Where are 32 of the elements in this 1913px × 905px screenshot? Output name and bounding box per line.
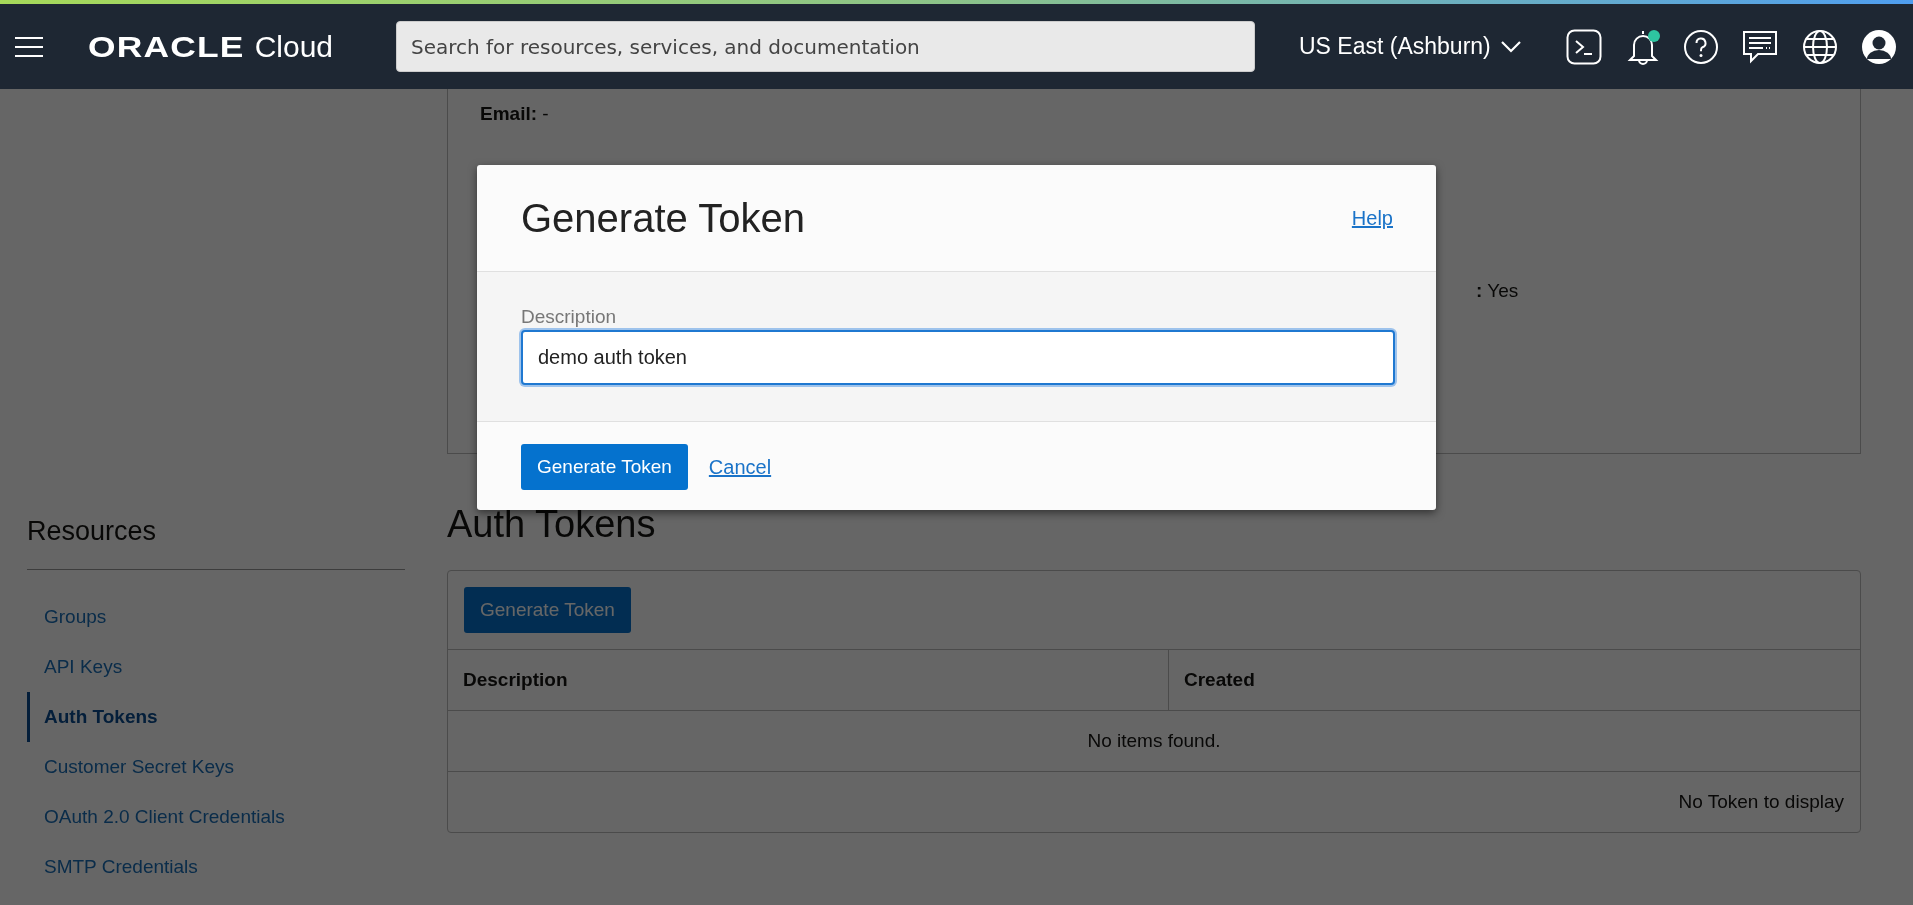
globe-icon[interactable] (1801, 28, 1838, 65)
column-header[interactable]: Created (1168, 650, 1860, 710)
sidebar-item[interactable]: Groups (27, 592, 405, 642)
terminal-icon[interactable] (1566, 28, 1603, 65)
search-field[interactable]: Search for resources, services, and documentation (396, 21, 1255, 72)
sidebar-title: Resources (27, 516, 158, 547)
dialog-title: Generate Token (521, 195, 805, 241)
generate-token-button[interactable]: Generate Token (521, 444, 688, 490)
user-avatar-icon[interactable] (1861, 28, 1897, 65)
detail-field: : Yes (1476, 280, 1828, 302)
help-icon[interactable] (1682, 28, 1719, 65)
section-title: Auth Tokens (447, 502, 657, 546)
table-footer-text: No Token to display (1678, 791, 1844, 812)
help-link[interactable]: Help (1351, 206, 1393, 230)
sidebar-item[interactable]: API Keys (27, 642, 405, 692)
menu-icon[interactable] (15, 35, 43, 58)
email-field: Email: - (480, 103, 1828, 125)
field-label: Description (521, 306, 617, 328)
description-field[interactable]: demo auth token (521, 330, 1395, 385)
product-name[interactable]: Cloud (254, 29, 334, 64)
sidebar-item[interactable]: Auth Tokens (27, 692, 405, 742)
brand-name[interactable]: ORACLE (88, 29, 245, 64)
cancel-link[interactable]: Cancel (708, 455, 772, 479)
caret-icon (1500, 40, 1521, 53)
column-header[interactable]: Description (448, 650, 1168, 710)
sidebar-item[interactable]: Customer Secret Keys (27, 742, 405, 792)
generate-token-button[interactable]: Generate Token (464, 587, 631, 633)
sidebar-item[interactable]: SMTP Credentials (27, 842, 405, 892)
empty-message: No items found. (448, 711, 1860, 772)
region-selector[interactable]: US East (Ashburn) (1299, 33, 1521, 60)
sidebar-item[interactable]: OAuth 2.0 Client Credentials (27, 792, 405, 842)
chat-icon[interactable] (1742, 28, 1779, 65)
